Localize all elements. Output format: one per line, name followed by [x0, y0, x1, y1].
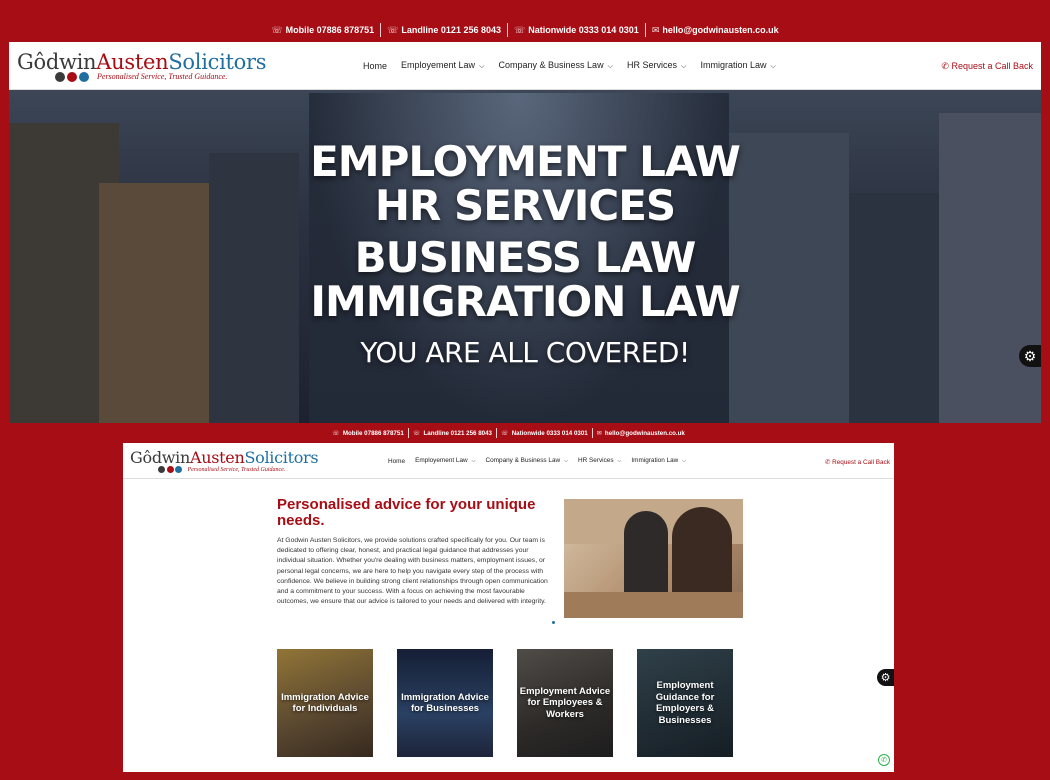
contact-bar: ☏ Mobile 07886 878751 ☏ Landline 0121 256 …: [9, 18, 1041, 42]
landline-contact[interactable]: ☏ Landline 0121 256 8043: [413, 430, 492, 437]
divider: [591, 428, 593, 438]
divider: [380, 23, 382, 37]
intro-section: Personalised advice for your unique need…: [123, 479, 894, 772]
nav-immigration-law[interactable]: Immigration Law ⌵: [631, 457, 686, 465]
tile-employment-employers[interactable]: Employment Guidance for Employers & Busi…: [637, 649, 733, 757]
nationwide-contact[interactable]: ☏ Nationwide 0333 014 0301: [514, 25, 639, 36]
intro-body: At Godwin Austen Solicitors, we provide …: [277, 537, 548, 606]
email-contact[interactable]: ✉ hello@godwinausten.co.uk: [652, 25, 779, 36]
chevron-down-icon: ⌵: [681, 61, 687, 70]
hero-headline: EMPLOYMENT LAW HR SERVICES BUSINESS LAW …: [310, 137, 741, 370]
whatsapp-icon[interactable]: ✆: [878, 754, 890, 766]
chevron-down-icon: ⌵: [682, 458, 687, 464]
nav-home[interactable]: Home: [388, 458, 405, 465]
divider: [506, 23, 508, 37]
phone-icon: ✆: [941, 61, 952, 71]
carousel-dot[interactable]: [552, 621, 555, 624]
phone-icon: ☏: [332, 429, 340, 437]
consultation-photo: [564, 499, 743, 618]
phone-icon: ☏: [412, 429, 421, 437]
contact-bar: ☏ Mobile 07886 878751 ☏ Landline 0121 256 …: [123, 423, 894, 443]
logo-dots: [55, 71, 91, 82]
divider: [495, 428, 497, 438]
content-screenshot: ☏ Mobile 07886 878751 ☏ Landline 0121 256 …: [123, 423, 894, 772]
landline-contact[interactable]: ☏ Landline 0121 256 8043: [387, 25, 501, 36]
logo-dots: [158, 466, 184, 473]
nav-immigration-law[interactable]: Immigration Law ⌵: [701, 60, 776, 71]
phone-icon: ☏: [500, 429, 509, 437]
nav-company-business-law[interactable]: Company & Business Law ⌵: [486, 457, 568, 465]
nav-menu: Home Employement Law ⌵ Company & Business…: [388, 457, 686, 465]
mail-icon: ✉: [596, 429, 602, 437]
intro-heading: Personalised advice for your unique need…: [277, 496, 536, 529]
mobile-contact[interactable]: ☏ Mobile 07886 878751: [332, 430, 404, 437]
chevron-down-icon: ⌵: [607, 61, 614, 70]
tile-immigration-businesses[interactable]: Immigration Advice for Businesses: [397, 649, 493, 757]
divider: [407, 428, 409, 438]
hero-screenshot: ☏ Mobile 07886 878751 ☏ Landline 0121 256 …: [9, 18, 1041, 423]
nav-employment-law[interactable]: Employement Law ⌵: [401, 60, 485, 71]
request-callback-link[interactable]: ✆ Request a Call Back: [941, 61, 1033, 72]
phone-icon: ☏: [513, 24, 526, 35]
nav-menu: Home Employement Law ⌵ Company & Business…: [363, 60, 776, 71]
mail-icon: ✉: [651, 24, 660, 35]
service-tiles: Immigration Advice for Individuals Immig…: [277, 649, 733, 757]
main-nav: GôdwinAustenSolicitors Personalised Serv…: [9, 42, 1041, 90]
nav-employment-law[interactable]: Employement Law ⌵: [415, 457, 475, 465]
accessibility-icon[interactable]: ⚙: [1019, 345, 1041, 367]
nav-company-business-law[interactable]: Company & Business Law ⌵: [499, 60, 614, 71]
phone-icon: ☏: [387, 24, 399, 35]
tile-employment-employees[interactable]: Employment Advice for Employees & Worker…: [517, 649, 613, 757]
accessibility-icon[interactable]: ⚙: [877, 669, 894, 686]
nav-hr-services[interactable]: HR Services ⌵: [627, 60, 686, 71]
site-logo[interactable]: GôdwinAustenSolicitors Personalised Serv…: [17, 50, 266, 82]
nationwide-contact[interactable]: ☏ Nationwide 0333 014 0301: [501, 430, 588, 437]
hero-banner: EMPLOYMENT LAW HR SERVICES BUSINESS LAW …: [9, 90, 1041, 423]
mobile-contact[interactable]: ☏ Mobile 07886 878751: [271, 25, 374, 36]
chevron-down-icon: ⌵: [471, 458, 476, 464]
tile-immigration-individuals[interactable]: Immigration Advice for Individuals: [277, 649, 373, 757]
phone-icon: ☏: [271, 24, 283, 35]
chevron-down-icon: ⌵: [617, 458, 622, 464]
chevron-down-icon: ⌵: [770, 61, 776, 70]
email-contact[interactable]: ✉ hello@godwinausten.co.uk: [597, 430, 685, 437]
request-callback-link[interactable]: ✆ Request a Call Back: [825, 458, 890, 466]
chevron-down-icon: ⌵: [564, 458, 568, 464]
divider: [644, 23, 646, 37]
nav-hr-services[interactable]: HR Services ⌵: [578, 457, 621, 465]
site-logo[interactable]: GôdwinAustenSolicitors Personalised Serv…: [130, 448, 319, 473]
chevron-down-icon: ⌵: [479, 61, 485, 70]
nav-home[interactable]: Home: [363, 61, 387, 71]
main-nav: GôdwinAustenSolicitors Personalised Serv…: [123, 443, 894, 479]
